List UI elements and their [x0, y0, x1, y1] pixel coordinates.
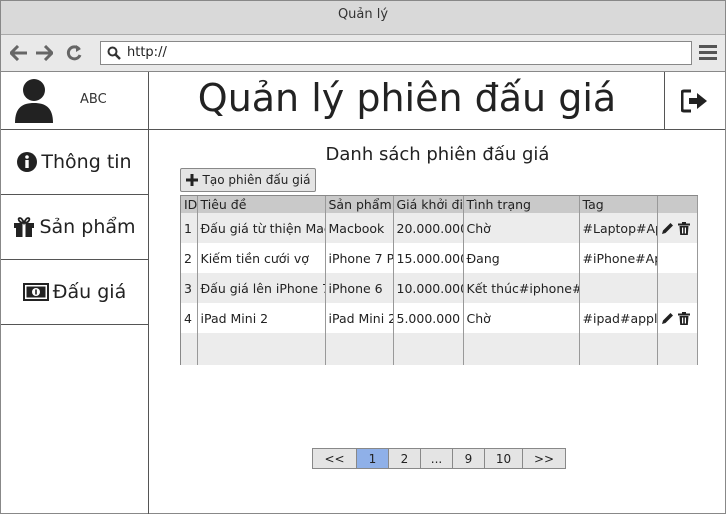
cell-id: 4: [181, 303, 198, 333]
page-title: Quản lý phiên đấu giá: [149, 72, 665, 130]
browser-window: Quản lý http:// ABC Quản lý phiên đấu gi…: [0, 0, 726, 514]
gift-icon: [14, 217, 35, 237]
table-header-row: ID Tiêu đề Sản phẩm Giá khởi điểm Tình t…: [181, 196, 698, 213]
sidebar-item-label: Đấu giá: [52, 281, 127, 303]
create-auction-label: Tạo phiên đấu giá: [202, 173, 311, 187]
cell-id: 2: [181, 243, 198, 273]
page-2[interactable]: 2: [389, 449, 421, 468]
cell-title: iPad Mini 2: [197, 303, 326, 333]
logout-button[interactable]: [664, 72, 725, 130]
cell-product: Macbook: [325, 213, 394, 243]
logout-icon: [681, 89, 707, 112]
page-first[interactable]: <<: [313, 449, 357, 468]
create-auction-button[interactable]: Tạo phiên đấu giá: [180, 168, 316, 192]
column-header[interactable]: Sản phẩm: [325, 196, 394, 213]
table-row[interactable]: 4 iPad Mini 2 iPad Mini 2 5.000.000 Chờ …: [181, 303, 698, 333]
sidebar-item-label: Thông tin: [41, 151, 132, 173]
cell-actions: [657, 243, 698, 273]
delete-icon[interactable]: [677, 311, 690, 325]
url-text: http://: [127, 45, 167, 60]
column-header[interactable]: Giá khởi điểm: [393, 196, 464, 213]
auction-table: ID Tiêu đề Sản phẩm Giá khởi điểm Tình t…: [180, 195, 698, 365]
cell-price: 15.000.000: [393, 243, 464, 273]
column-header[interactable]: Tiêu đề: [197, 196, 326, 213]
cell-status: Kết thúc#iphone#Apple: [463, 273, 580, 303]
table-row[interactable]: 3 Đấu giá lên iPhone 7 iPhone 6 10.000.0…: [181, 273, 698, 303]
search-icon: [107, 46, 121, 68]
table-row[interactable]: 1 Đấu giá từ thiện Macbook Macbook 20.00…: [181, 213, 698, 243]
column-header[interactable]: ID: [181, 196, 198, 213]
table-row[interactable]: 2 Kiếm tiền cưới vợ iPhone 7 Plus 15.000…: [181, 243, 698, 273]
cell-product: iPhone 6: [325, 273, 394, 303]
cell-actions: [657, 303, 698, 333]
money-icon: [22, 283, 49, 301]
browser-toolbar: http://: [1, 35, 725, 72]
username: ABC: [80, 92, 107, 107]
delete-icon[interactable]: [677, 221, 690, 235]
edit-icon[interactable]: [661, 312, 674, 325]
menu-icon[interactable]: [699, 44, 717, 64]
cell-title: Kiếm tiền cưới vợ: [197, 243, 326, 273]
page-last[interactable]: >>: [523, 449, 565, 468]
cell-product: iPhone 7 Plus: [325, 243, 394, 273]
cell-tag: #ipad#apple: [579, 303, 658, 333]
cell-id: 1: [181, 213, 198, 243]
list-title: Danh sách phiên đấu giá: [325, 144, 550, 165]
page-10[interactable]: 10: [485, 449, 523, 468]
page-9[interactable]: 9: [453, 449, 485, 468]
reload-icon[interactable]: [64, 43, 84, 63]
page-1[interactable]: 1: [357, 449, 389, 468]
cell-tag: #iPhone#Apple: [579, 243, 658, 273]
cell-actions: [657, 273, 698, 303]
cell-actions: [657, 213, 698, 243]
url-input[interactable]: http://: [100, 41, 692, 65]
info-icon: [17, 152, 38, 172]
column-header[interactable]: Tình trạng: [463, 196, 580, 213]
cell-title: Đấu giá lên iPhone 7: [197, 273, 326, 303]
cell-tag: #Laptop#Apple: [579, 213, 658, 243]
cell-id: 3: [181, 273, 198, 303]
sidebar-item-san-pham[interactable]: Sản phẩm: [1, 195, 148, 260]
sidebar: Thông tin Sản phẩm Đấu giá: [1, 130, 149, 514]
sidebar-item-label: Sản phẩm: [39, 216, 136, 238]
cell-product: iPad Mini 2: [325, 303, 394, 333]
window-titlebar: Quản lý: [1, 1, 725, 35]
back-arrow-icon[interactable]: [9, 43, 29, 63]
edit-icon[interactable]: [661, 222, 674, 235]
cell-tag: [579, 273, 658, 303]
column-header[interactable]: Tag: [579, 196, 658, 213]
sidebar-item-thong-tin[interactable]: Thông tin: [1, 130, 148, 195]
cell-title: Đấu giá từ thiện Macbook: [197, 213, 326, 243]
plus-icon: [185, 174, 198, 186]
column-header: [657, 196, 698, 213]
sidebar-item-dau-gia[interactable]: Đấu giá: [1, 260, 148, 325]
cell-status: Chờ: [463, 303, 580, 333]
user-panel: ABC: [1, 72, 149, 130]
cell-price: 5.000.000: [393, 303, 464, 333]
main-content: Danh sách phiên đấu giá Tạo phiên đấu gi…: [150, 130, 725, 514]
table-row-empty: [181, 333, 698, 365]
forward-arrow-icon[interactable]: [34, 43, 54, 63]
cell-status: Đang: [463, 243, 580, 273]
window-title: Quản lý: [337, 7, 389, 22]
avatar-icon[interactable]: [13, 77, 55, 127]
pagination: << 1 2 ... 9 10 >>: [312, 448, 566, 469]
cell-status: Chờ: [463, 213, 580, 243]
cell-price: 10.000.000: [393, 273, 464, 303]
cell-price: 20.000.000: [393, 213, 464, 243]
page-ellipsis: ...: [421, 449, 453, 468]
